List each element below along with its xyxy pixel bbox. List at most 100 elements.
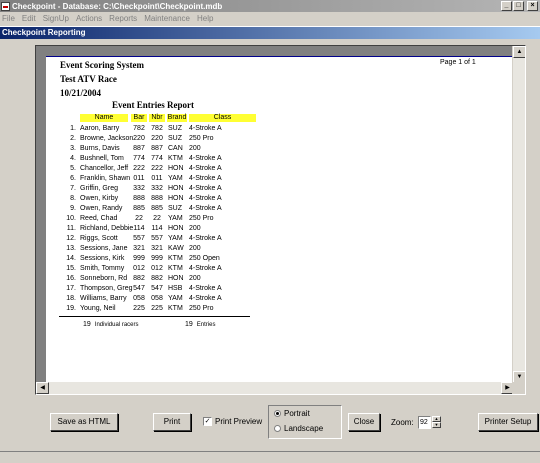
table-row: 19. Young, Neil 225 225 KTM 250 Pro (46, 304, 306, 314)
row-bar: 888 (133, 195, 145, 202)
row-nbr: 321 (151, 245, 163, 252)
row-brand: YAM (168, 295, 183, 302)
row-name: Browne, Jackson (80, 135, 134, 142)
row-class: 4-Stroke A (189, 165, 222, 172)
row-bar: 114 (133, 225, 145, 232)
row-class: 4-Stroke A (189, 235, 222, 242)
menu-edit[interactable]: Edit (22, 14, 36, 23)
row-class: 4-Stroke A (189, 285, 222, 292)
vertical-scrollbar[interactable]: ▲ ▼ (512, 46, 525, 383)
row-name: Owen, Randy (80, 205, 123, 212)
total-entries-value: 19 (185, 321, 193, 328)
save-as-html-button[interactable]: Save as HTML (50, 413, 118, 431)
row-bar: 774 (133, 155, 145, 162)
row-brand: SUZ (168, 135, 182, 142)
row-number: 7. (70, 185, 76, 192)
minimize-button[interactable]: _ (501, 1, 512, 11)
row-nbr: 885 (151, 205, 163, 212)
row-bar: 332 (133, 185, 145, 192)
row-nbr: 114 (151, 225, 163, 232)
print-button[interactable]: Print (153, 413, 191, 431)
row-number: 2. (70, 135, 76, 142)
row-nbr: 557 (151, 235, 163, 242)
row-name: Smith, Tommy (80, 265, 125, 272)
landscape-radio[interactable] (274, 425, 281, 432)
table-row: 4. Bushnell, Tom 774 774 KTM 4-Stroke A (46, 154, 306, 164)
portrait-label: Portrait (284, 409, 310, 418)
horizontal-scrollbar[interactable]: ◀ ▶ (36, 382, 525, 394)
scroll-left-icon[interactable]: ◀ (36, 382, 49, 394)
table-row: 15. Smith, Tommy 012 012 KTM 4-Stroke A (46, 264, 306, 274)
table-row: 13. Sessions, Jane 321 321 KAW 200 (46, 244, 306, 254)
row-bar: 882 (133, 275, 145, 282)
row-bar: 225 (133, 305, 145, 312)
table-row: 12. Riggs, Scott 557 557 YAM 4-Stroke A (46, 234, 306, 244)
table-row: 17. Thompson, Greg 547 547 HSB 4-Stroke A (46, 284, 306, 294)
row-brand: HSB (168, 285, 183, 292)
menu-actions[interactable]: Actions (76, 14, 102, 23)
row-class: 4-Stroke A (189, 175, 222, 182)
printer-setup-button[interactable]: Printer Setup (478, 413, 538, 431)
report-title: Event Entries Report (112, 100, 194, 110)
row-nbr: 882 (151, 275, 163, 282)
table-row: 9. Owen, Randy 885 885 SUZ 4-Stroke A (46, 204, 306, 214)
table-row: 7. Griffin, Greg 332 332 HON 4-Stroke A (46, 184, 306, 194)
row-bar: 557 (133, 235, 145, 242)
app-icon (1, 1, 10, 11)
print-preview-checkbox[interactable]: ✓ (203, 417, 212, 426)
row-nbr: 887 (151, 145, 163, 152)
row-class: 200 (189, 275, 201, 282)
scroll-up-icon[interactable]: ▲ (513, 46, 525, 58)
row-bar: 011 (133, 175, 145, 182)
total-racers-label: Individual racers (94, 322, 139, 328)
row-bar: 885 (133, 205, 145, 212)
row-brand: HON (168, 195, 184, 202)
row-nbr: 774 (151, 155, 163, 162)
row-name: Owen, Kirby (80, 195, 119, 202)
row-nbr: 888 (151, 195, 163, 202)
zoom-input[interactable]: 92 (418, 416, 431, 429)
menu-file[interactable]: File (2, 14, 15, 23)
col-header-class: Class (189, 114, 256, 122)
row-bar: 222 (133, 165, 145, 172)
portrait-radio[interactable] (274, 410, 281, 417)
close-window-button[interactable]: × (527, 1, 538, 11)
row-bar: 782 (133, 125, 145, 132)
row-number: 3. (70, 145, 76, 152)
row-class: 200 (189, 145, 201, 152)
close-button[interactable]: Close (348, 413, 380, 431)
check-icon: ✓ (204, 418, 211, 425)
row-name: Thompson, Greg (80, 285, 133, 292)
menu-maintenance[interactable]: Maintenance (144, 14, 190, 23)
row-nbr: 220 (151, 135, 163, 142)
row-name: Sessions, Kirk (80, 255, 125, 262)
col-header-brand: Brand (167, 114, 187, 122)
zoom-spinner[interactable]: ▲ ▼ (432, 416, 441, 429)
row-class: 200 (189, 225, 201, 232)
col-header-bar: Bar (131, 114, 147, 122)
row-brand: HON (168, 275, 184, 282)
row-brand: YAM (168, 215, 183, 222)
row-nbr: 782 (151, 125, 163, 132)
row-bar: 321 (133, 245, 145, 252)
menu-bar: File Edit SignUp Actions Reports Mainten… (0, 12, 540, 24)
row-class: 4-Stroke A (189, 295, 222, 302)
menu-help[interactable]: Help (197, 14, 213, 23)
report-preview[interactable]: Event Scoring System Test ATV Race 10/21… (35, 45, 526, 395)
menu-reports[interactable]: Reports (109, 14, 137, 23)
row-number: 6. (70, 175, 76, 182)
table-row: 6. Franklin, Shawn 011 011 YAM 4-Stroke A (46, 174, 306, 184)
row-name: Griffin, Greg (80, 185, 118, 192)
spin-down-icon[interactable]: ▼ (432, 422, 441, 428)
maximize-button[interactable]: □ (513, 1, 524, 11)
reporting-window-title: Checkpoint Reporting (0, 27, 540, 39)
row-nbr: 22 (153, 215, 161, 222)
row-brand: CAN (168, 145, 183, 152)
row-number: 14. (66, 255, 76, 262)
report-event: Test ATV Race (60, 74, 117, 84)
row-number: 4. (70, 155, 76, 162)
menu-signup[interactable]: SignUp (43, 14, 69, 23)
report-page: Event Scoring System Test ATV Race 10/21… (46, 56, 514, 388)
table-row: 3. Burns, Davis 887 887 CAN 200 (46, 144, 306, 154)
row-class: 200 (189, 245, 201, 252)
